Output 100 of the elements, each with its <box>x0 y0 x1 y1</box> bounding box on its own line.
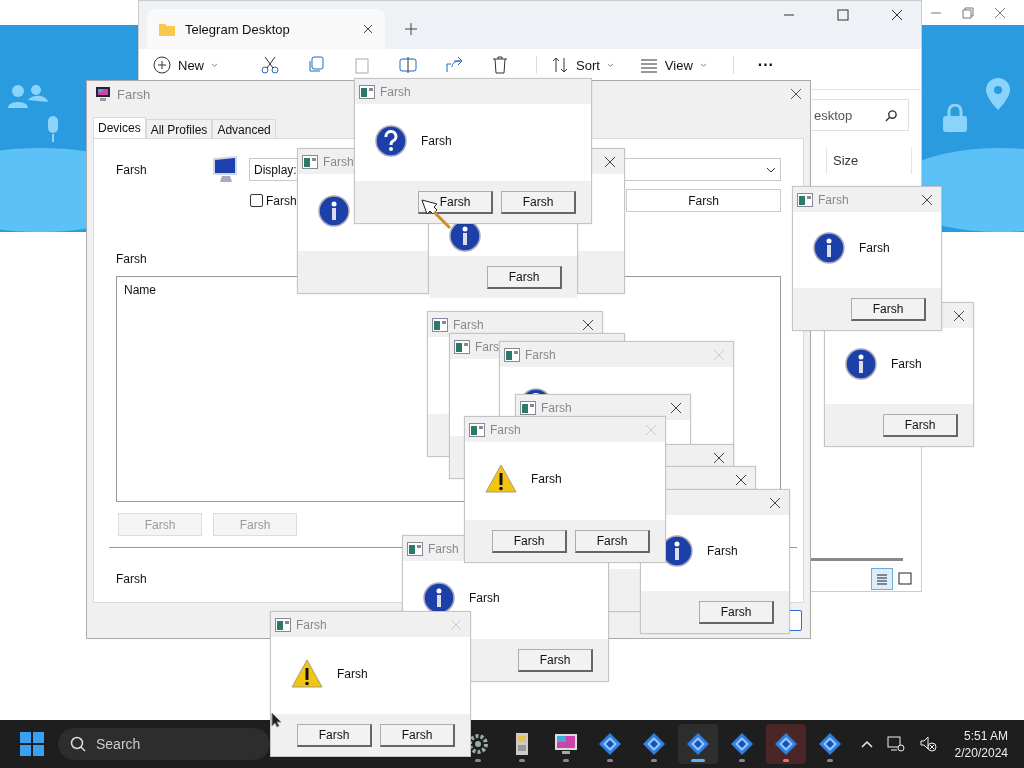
dialog-title: Farsh <box>296 617 327 632</box>
dialog-title: Farsh <box>323 154 354 169</box>
app-icon <box>797 192 813 207</box>
device-label: Farsh <box>116 162 148 177</box>
app-icon <box>432 317 448 332</box>
app-icon <box>302 154 318 169</box>
footer-label: Farsh <box>116 572 148 586</box>
close-icon[interactable] <box>921 193 933 206</box>
close-icon[interactable] <box>790 88 802 100</box>
details-view-icon[interactable] <box>871 568 893 590</box>
tab[interactable]: Devices <box>93 117 146 138</box>
dialog-title: Farsh <box>818 192 849 207</box>
app-icon <box>504 347 520 362</box>
dialog-message: Farsh <box>707 544 738 558</box>
info-icon <box>845 348 877 380</box>
dialog-title: Farsh <box>453 317 484 332</box>
dialog-message: Farsh <box>421 133 452 148</box>
diamond-icon <box>774 732 798 756</box>
trash-icon[interactable] <box>490 55 510 75</box>
dialog-button[interactable]: Farsh <box>297 723 372 747</box>
clock-time[interactable]: 5:51 AM <box>963 728 1008 743</box>
people-icon <box>8 84 48 108</box>
close-icon[interactable] <box>953 309 965 322</box>
question-icon <box>375 124 407 157</box>
close-icon[interactable] <box>604 155 616 168</box>
volume-muted-icon[interactable] <box>918 735 937 753</box>
list-label: Farsh <box>116 252 148 266</box>
close-icon[interactable] <box>582 318 594 331</box>
dialog-button[interactable]: Farsh <box>699 600 774 624</box>
dialog-title: Farsh <box>490 422 521 437</box>
explorer-tab[interactable]: Telegram Desktop <box>147 9 385 49</box>
close-icon[interactable] <box>891 9 903 21</box>
dialog-button[interactable]: Farsh <box>518 648 593 672</box>
search-icon <box>885 108 898 122</box>
search-icon <box>70 736 86 752</box>
more-button[interactable]: ··· <box>732 56 774 74</box>
search-field[interactable]: Search <box>58 728 270 760</box>
tab[interactable]: All Profiles <box>145 119 213 138</box>
clock-date[interactable]: 2/20/2024 <box>954 745 1008 760</box>
dialog-button[interactable]: Farsh <box>492 529 567 553</box>
app-icon <box>407 541 423 556</box>
dialog-button[interactable]: Farsh <box>575 529 650 553</box>
checkbox[interactable]: Farsh <box>250 193 297 208</box>
copy-icon[interactable] <box>306 55 326 75</box>
close-icon[interactable] <box>769 496 781 509</box>
restore-icon[interactable] <box>962 6 974 19</box>
location-pin-icon <box>986 78 1010 110</box>
dialog-title: Farsh <box>541 400 572 415</box>
chevron-up-icon[interactable] <box>860 740 873 748</box>
dialog-button[interactable]: Farsh <box>380 723 455 747</box>
dialog-button[interactable]: Farsh <box>487 265 562 289</box>
chevron-down-icon <box>766 166 776 173</box>
column-header[interactable]: Name <box>124 283 156 297</box>
dialog-title: Farsh <box>525 347 556 362</box>
dialog-title: Farsh <box>380 84 411 99</box>
chevron-down-icon <box>606 62 614 68</box>
dialog-button[interactable]: Farsh <box>883 413 958 437</box>
chevron-down-icon <box>699 62 707 68</box>
start-icon[interactable] <box>20 732 44 756</box>
diamond-icon <box>730 732 754 756</box>
warning-icon <box>485 464 517 494</box>
app-icon <box>454 339 470 354</box>
taskbar-app[interactable] <box>678 724 718 764</box>
folder-icon <box>159 22 175 36</box>
dialog-button[interactable]: Farsh <box>501 190 576 214</box>
new-button[interactable]: New <box>153 56 218 74</box>
close-icon[interactable] <box>713 451 725 464</box>
maximize-icon[interactable] <box>837 9 849 21</box>
close-icon[interactable] <box>735 473 747 486</box>
warning-icon <box>291 658 323 689</box>
diamond-icon <box>686 732 710 756</box>
dialog-message: Farsh <box>469 591 500 605</box>
microphone-icon <box>45 116 61 142</box>
chevron-down-icon <box>211 62 218 68</box>
share-icon[interactable] <box>444 55 464 75</box>
scissors-icon[interactable] <box>260 55 280 75</box>
plus-circle-icon <box>153 56 171 74</box>
diamond-icon <box>818 732 842 756</box>
dialog-message: Farsh <box>531 472 562 486</box>
side-button[interactable]: Farsh <box>626 189 781 212</box>
rename-icon[interactable] <box>398 55 418 75</box>
clipboard-icon[interactable] <box>352 55 372 75</box>
dialog-button[interactable]: Farsh <box>851 297 926 321</box>
close-icon[interactable] <box>363 24 373 34</box>
dialog-title: Farsh <box>428 541 459 556</box>
new-tab-icon[interactable] <box>405 23 417 35</box>
window-title: Farsh <box>117 86 151 102</box>
sort-button[interactable]: Sort <box>536 56 614 74</box>
column-header[interactable]: Size <box>826 146 912 174</box>
app-icon <box>275 617 291 632</box>
app-icon <box>469 422 485 437</box>
info-icon <box>318 194 350 227</box>
tab[interactable]: Advanced <box>212 119 276 138</box>
dialog-message: Farsh <box>859 241 890 255</box>
taskbar-app[interactable] <box>766 724 806 764</box>
close-icon[interactable] <box>670 401 682 414</box>
view-button[interactable]: View <box>639 56 707 74</box>
network-icon[interactable] <box>886 735 905 753</box>
dialog-button[interactable]: Farsh <box>418 190 493 214</box>
dialog-title: Fars <box>475 339 499 354</box>
